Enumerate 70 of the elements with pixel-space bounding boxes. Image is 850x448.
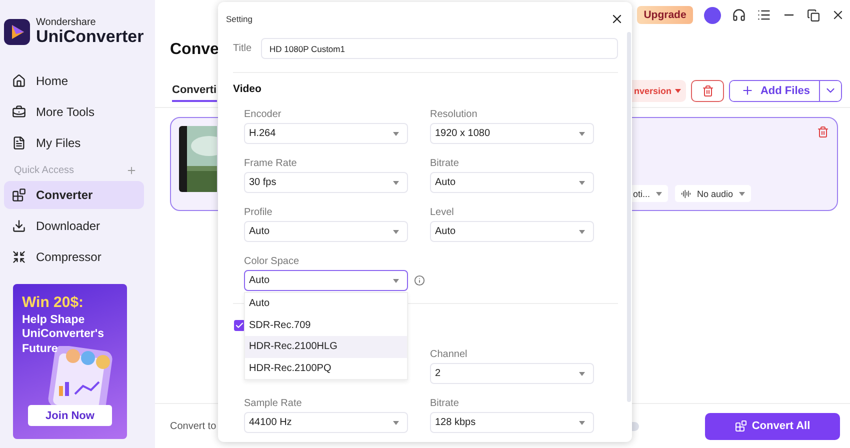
- field-label: Bitrate: [430, 158, 460, 169]
- dropdown-option[interactable]: Auto: [245, 293, 407, 314]
- dropdown-field[interactable]: 2: [430, 363, 594, 384]
- dropdown-field[interactable]: 1920 x 1080: [430, 123, 594, 144]
- promo-banner[interactable]: Win 20$: Help Shape UniConverter's Future Join Now: [13, 284, 127, 439]
- upgrade-button[interactable]: Upgrade: [637, 6, 693, 24]
- sidebar-item[interactable]: Downloader: [4, 212, 144, 240]
- blocks-icon: [734, 420, 747, 432]
- close-icon[interactable]: [610, 12, 624, 26]
- page-title: Conve: [170, 41, 219, 58]
- field-label: Level: [430, 207, 455, 218]
- field-label: Profile: [244, 207, 274, 218]
- convert-all-button[interactable]: Convert All: [705, 412, 840, 440]
- house-icon: [12, 74, 26, 88]
- dropdown-option[interactable]: SDR-Rec.709: [245, 314, 407, 336]
- close-icon[interactable]: [831, 8, 845, 22]
- dropdown-field[interactable]: Auto: [430, 172, 594, 193]
- briefcase-icon: [12, 105, 26, 119]
- promo-text: Help Shape UniConverter's Future: [22, 313, 105, 356]
- checkbox[interactable]: [234, 320, 245, 331]
- sidebar-item[interactable]: Compressor: [4, 243, 144, 271]
- field-label: Bitrate: [430, 398, 460, 409]
- delete-button[interactable]: [691, 80, 724, 102]
- dropdown-field[interactable]: Auto: [244, 221, 408, 242]
- sidebar-item[interactable]: My Files: [4, 129, 144, 157]
- field-label: Encoder: [244, 109, 282, 120]
- sidebar-item[interactable]: More Tools: [4, 98, 144, 126]
- title-input[interactable]: HD 1080P Custom1: [260, 38, 618, 59]
- section-label: Quick Access: [14, 165, 74, 176]
- restore-icon[interactable]: [807, 8, 820, 22]
- shrink-icon: [12, 250, 26, 264]
- dropdown-option[interactable]: HDR-Rec.2100HLG: [245, 336, 407, 358]
- avatar-icon[interactable]: [704, 6, 721, 24]
- field-label: Resolution: [430, 109, 478, 120]
- dropdown-field[interactable]: 44100 Hz: [244, 412, 408, 433]
- field-label: Sample Rate: [244, 398, 303, 409]
- info-icon[interactable]: [414, 275, 425, 286]
- waveform-icon: [680, 188, 691, 198]
- audio-dropdown[interactable]: No audio: [674, 185, 751, 202]
- promo-headline: Win 20$:: [22, 294, 85, 311]
- brand-name: UniConverter: [36, 28, 144, 45]
- dropdown-field[interactable]: 30 fps: [244, 172, 408, 193]
- dropdown-field[interactable]: 128 kbps: [430, 412, 594, 433]
- field-label: Frame Rate: [244, 158, 298, 169]
- menu-icon[interactable]: [757, 8, 771, 22]
- headset-icon[interactable]: [732, 8, 746, 22]
- field-label: Channel: [430, 349, 468, 360]
- document-icon: [12, 136, 26, 150]
- dropdown-field[interactable]: Auto: [244, 270, 408, 291]
- blocks-icon: [12, 188, 26, 202]
- download-icon: [12, 219, 26, 233]
- add-files-button[interactable]: Add Files: [730, 80, 820, 100]
- dropdown-field[interactable]: H.264: [244, 123, 408, 144]
- brand-subtitle: Wondershare: [36, 18, 97, 28]
- field-label: Title: [233, 43, 252, 54]
- section-heading: Video: [233, 83, 262, 95]
- logo-icon: [4, 18, 30, 44]
- scrollbar[interactable]: [627, 32, 631, 402]
- dialog-title: Setting: [226, 14, 252, 24]
- plus-icon: [741, 84, 754, 97]
- trash-icon: [702, 84, 714, 96]
- convert-to-label: Convert to: [170, 420, 216, 432]
- status-dropdown[interactable]: nversion: [632, 80, 686, 102]
- join-button[interactable]: Join Now: [28, 405, 112, 426]
- dropdown-field[interactable]: Auto: [430, 221, 594, 242]
- trash-icon[interactable]: [817, 126, 829, 138]
- dropdown-option[interactable]: HDR-Rec.2100PQ: [245, 358, 407, 379]
- field-label: Color Space: [244, 256, 300, 267]
- sidebar-item[interactable]: Home: [4, 67, 144, 95]
- sidebar-item[interactable]: Converter: [4, 181, 144, 209]
